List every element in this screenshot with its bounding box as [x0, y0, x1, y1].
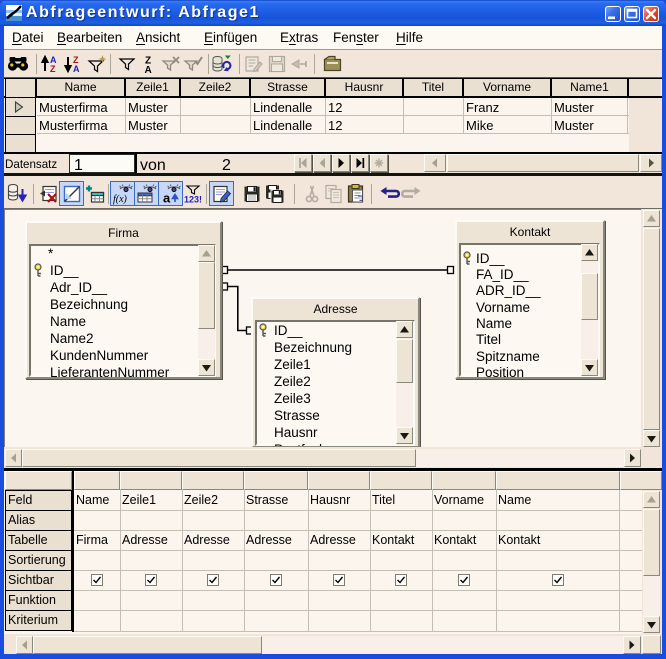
- svg-text:Z: Z: [50, 64, 56, 74]
- svg-text:A: A: [73, 64, 80, 74]
- svg-text:a: a: [163, 191, 171, 206]
- svg-text:123!: 123!: [184, 195, 202, 205]
- svg-text:f(x): f(x): [113, 194, 128, 205]
- svg-text:A: A: [145, 65, 152, 75]
